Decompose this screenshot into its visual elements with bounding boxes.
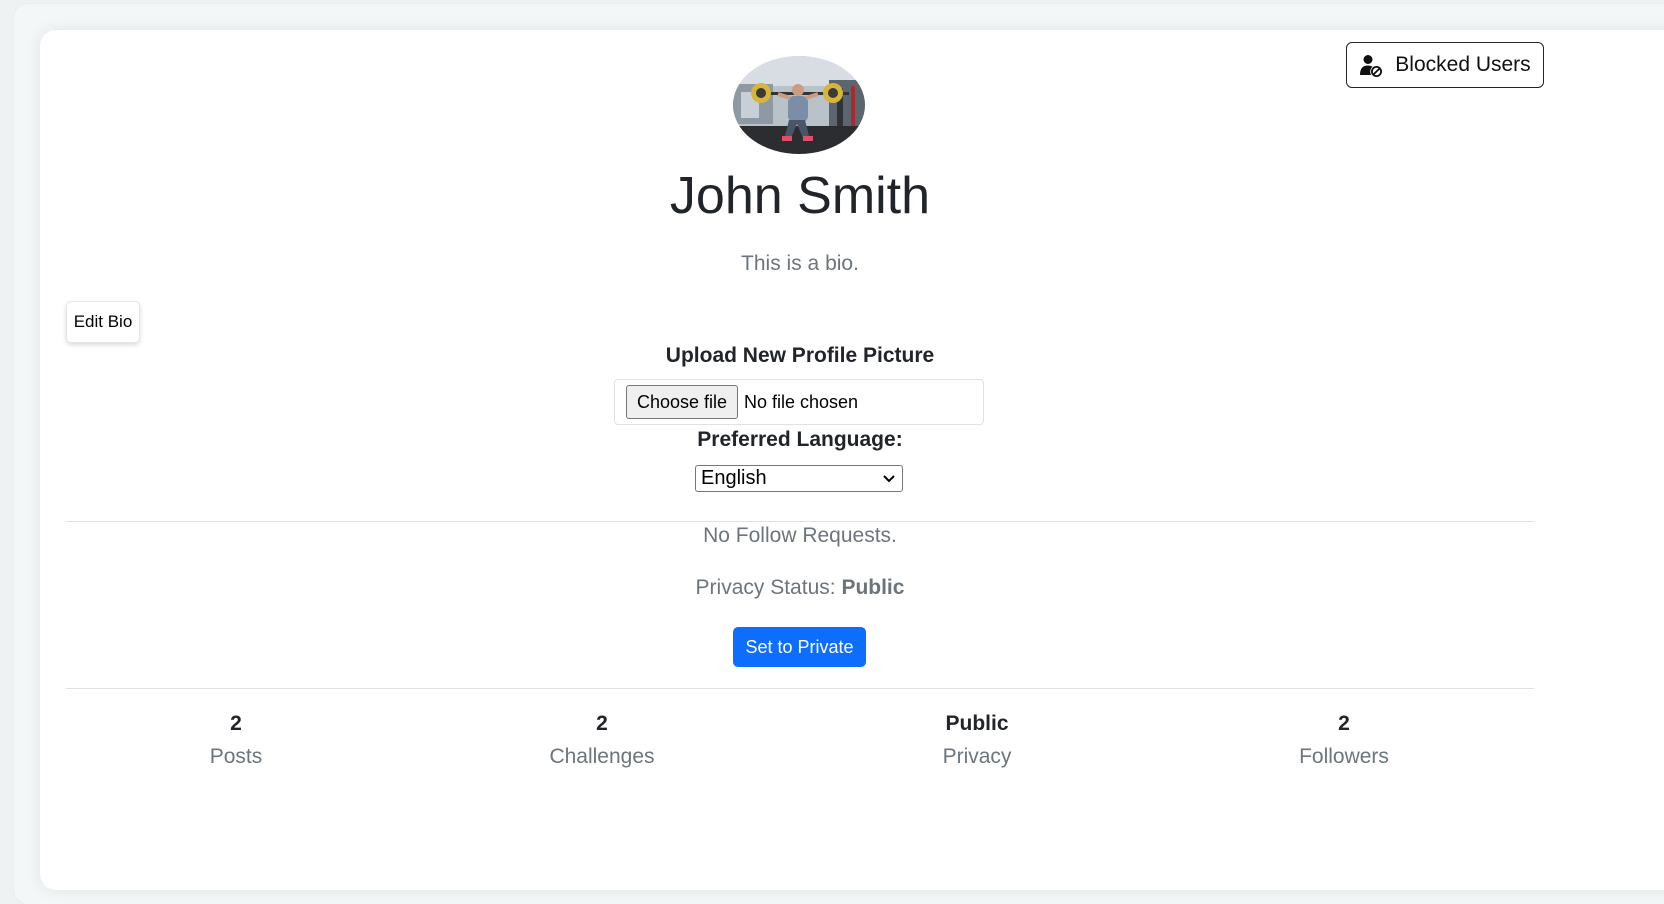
stat-label: Followers	[1299, 745, 1389, 768]
file-status-text: No file chosen	[744, 391, 859, 412]
upload-picture-label: Upload New Profile Picture	[665, 344, 935, 367]
stat-privacy[interactable]: Public Privacy	[877, 712, 1077, 769]
blocked-users-button[interactable]: Blocked Users	[1346, 42, 1544, 88]
set-to-private-button[interactable]: Set to Private	[733, 627, 866, 667]
avatar	[733, 56, 865, 154]
stat-value: 2	[230, 712, 242, 735]
profile-picture-file-input[interactable]: Choose file No file chosen	[614, 379, 984, 425]
profile-photo	[733, 56, 865, 154]
privacy-status-prefix: Privacy Status:	[695, 576, 836, 599]
language-select[interactable]: English	[695, 465, 903, 492]
choose-file-button[interactable]: Choose file	[626, 385, 738, 419]
privacy-status-value: Public	[841, 576, 905, 599]
divider	[66, 521, 1534, 522]
language-selected-value: English	[701, 467, 767, 489]
privacy-status: Privacy Status: Public	[0, 576, 1600, 600]
stat-value: 2	[596, 712, 608, 735]
stat-value: 2	[1338, 712, 1350, 735]
blocked-users-label: Blocked Users	[1395, 53, 1531, 76]
stat-followers[interactable]: 2 Followers	[1244, 712, 1444, 769]
edit-bio-button[interactable]: Edit Bio	[66, 301, 140, 343]
stat-challenges[interactable]: 2 Challenges	[502, 712, 702, 769]
profile-bio: This is a bio.	[741, 252, 859, 275]
stat-label: Privacy	[942, 745, 1012, 768]
stat-value: Public	[945, 712, 1009, 735]
follow-requests-text: No Follow Requests.	[703, 524, 897, 547]
divider	[66, 688, 1534, 689]
preferred-language-label: Preferred Language:	[697, 428, 903, 451]
stat-label: Challenges	[549, 745, 655, 768]
stat-label: Posts	[209, 745, 263, 768]
user-block-icon	[1360, 55, 1383, 77]
chevron-down-icon	[883, 474, 895, 482]
stat-posts[interactable]: 2 Posts	[136, 712, 336, 769]
profile-name: John Smith	[669, 167, 931, 225]
